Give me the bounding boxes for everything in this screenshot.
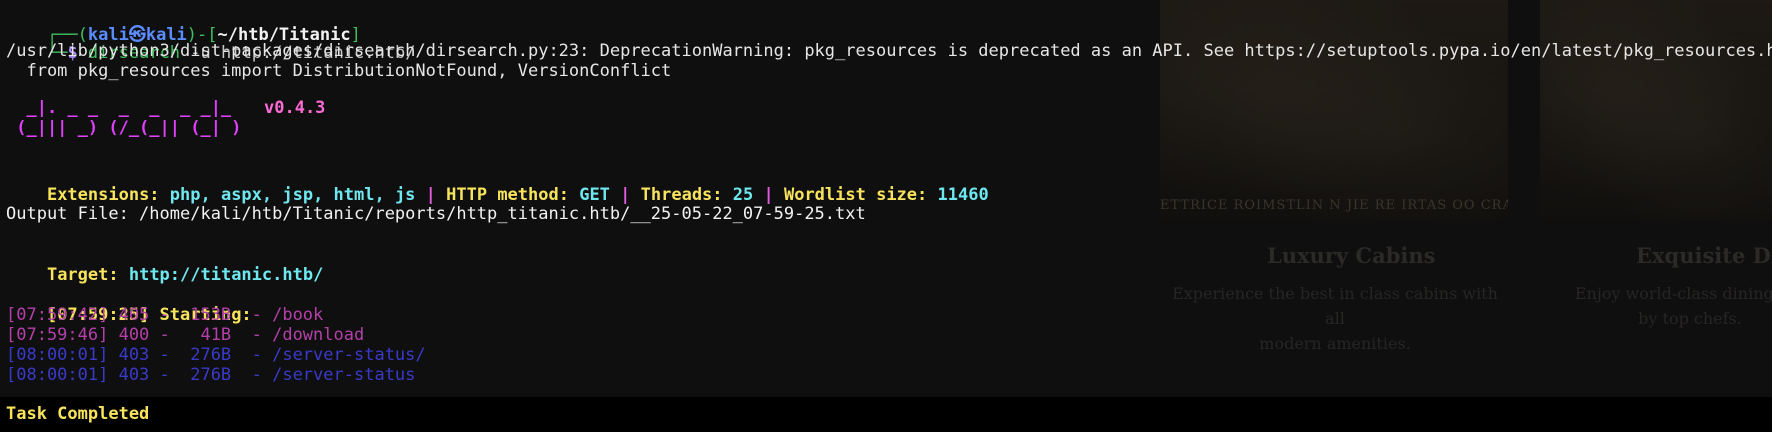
dirsearch-logo-line-1: _|. _ _ _ _ _ _|_: [6, 98, 242, 118]
scan-starting: [07:59:25] Starting:: [6, 285, 252, 325]
config-separator: |: [415, 185, 447, 205]
command-line: └─$ dirsearch -u http://titanic.htb/: [6, 23, 416, 63]
task-status-bar: Task Completed: [0, 397, 1772, 432]
result-row: [07:59:42] 405 - 153B - /book: [6, 305, 324, 325]
deprecation-warning-source: from pkg_resources import DistributionNo…: [6, 61, 672, 81]
config-separator: |: [609, 185, 641, 205]
terminal-output[interactable]: ┌──(kali㉿kali)-[~/htb/Titanic] └─$ dirse…: [0, 0, 1772, 432]
http-method-value: GET: [579, 185, 610, 205]
result-row: [07:59:46] 400 - 41B - /download: [6, 325, 365, 345]
target-url: http://titanic.htb/: [128, 265, 324, 285]
wordlist-value: 11460: [937, 185, 989, 205]
config-separator: |: [753, 185, 784, 205]
scan-config: Extensions: php, aspx, jsp, html, js | H…: [6, 165, 989, 205]
result-row: [08:00:01] 403 - 276B - /server-status/: [6, 345, 426, 365]
extensions-value: php, aspx, jsp, html, js: [169, 185, 416, 205]
result-row: [08:00:01] 403 - 276B - /server-status: [6, 365, 416, 385]
target-label: Target:: [46, 265, 129, 285]
scan-target: Target: http://titanic.htb/: [6, 245, 323, 285]
dirsearch-version: v0.4.3: [264, 98, 326, 118]
dirsearch-logo-line-2: (_||| _) (/_(_|| (_| ): [6, 118, 242, 138]
task-completed-text: Task Completed: [6, 404, 150, 424]
prompt-header: ┌──(kali㉿kali)-[~/htb/Titanic]: [6, 5, 361, 45]
extensions-label: Extensions:: [46, 185, 170, 205]
deprecation-warning: /usr/lib/python3/dist-packages/dirsearch…: [6, 41, 1772, 61]
threads-label: Threads:: [640, 185, 733, 205]
threads-value: 25: [732, 185, 754, 205]
http-method-label: HTTP method:: [446, 185, 580, 205]
output-file-path: Output File: /home/kali/htb/Titanic/repo…: [6, 204, 866, 224]
wordlist-label: Wordlist size:: [783, 185, 938, 205]
